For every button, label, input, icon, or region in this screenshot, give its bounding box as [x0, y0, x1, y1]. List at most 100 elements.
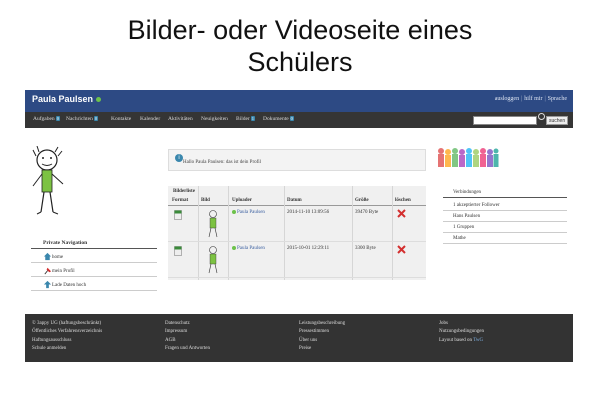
- footer-link[interactable]: Über uns: [299, 337, 345, 345]
- table-title: Bilderliste: [173, 189, 195, 194]
- top-links: ausloggen | hilf mir | Sprache: [494, 96, 567, 102]
- footer-link[interactable]: Datenschutz: [165, 320, 210, 328]
- private-nav-title: Private Navigation: [31, 240, 157, 249]
- delete-icon[interactable]: [397, 245, 406, 254]
- date-cell: 2015-10-01 12:29:11: [287, 246, 330, 251]
- footer-column: Datenschutz Impressum AGB Fragen und Ant…: [165, 320, 210, 353]
- table-row: Paula Paulsen 2015-10-01 12:29:11 3300 B…: [168, 243, 426, 278]
- footer-link[interactable]: Jobs: [439, 320, 484, 328]
- online-status-icon: [96, 97, 102, 103]
- table-header: Format Bild Uploader Datum Größe löschen: [168, 198, 426, 206]
- uploader-link[interactable]: Paula Paulsen: [237, 210, 265, 215]
- search-input[interactable]: [473, 116, 537, 125]
- footer-link[interactable]: Pressestimmen: [299, 328, 345, 336]
- nav-label: Bilder: [236, 116, 250, 122]
- private-nav-home[interactable]: home: [31, 250, 157, 263]
- thumbnail-image[interactable]: [204, 245, 222, 275]
- column-header: Uploader: [232, 198, 252, 203]
- table-row: Paula Paulsen 2014-11-10 13:09:56 39470 …: [168, 207, 426, 242]
- slide-title-line2: Schülers: [247, 47, 353, 77]
- private-nav-label: Lade Daten hoch: [52, 283, 87, 288]
- size-cell: 3300 Byte: [355, 246, 376, 251]
- uploader-link[interactable]: Paula Paulsen: [237, 246, 265, 251]
- column-header: Format: [172, 198, 189, 203]
- nav-item-dokumente[interactable]: Dokumente 0: [263, 116, 294, 122]
- notice-text: Hallo Paula Paulsen: das ist dein Profil: [183, 160, 262, 165]
- footer-column: © 3appy UG (haftungsbeschränkt) Öffentli…: [32, 320, 102, 353]
- upload-icon: [43, 280, 52, 289]
- private-nav-label: mein Profil: [52, 269, 75, 274]
- private-nav-label: home: [52, 255, 64, 260]
- connections-item[interactable]: Hans Paulsen: [443, 212, 567, 222]
- nav-label: Neuigkeiten: [201, 116, 228, 122]
- footer-link[interactable]: Nutzungsbedingungen: [439, 328, 484, 336]
- footer-link[interactable]: Haftungsausschluss: [32, 337, 102, 345]
- online-status-icon: [232, 246, 236, 250]
- uploader-cell[interactable]: Paula Paulsen: [232, 246, 265, 251]
- count-badge: 0: [93, 116, 99, 121]
- main-nav: Aufgaben 0 Nachrichten 0 Kontakte Kalender…: [25, 112, 573, 128]
- avatar: [32, 146, 64, 215]
- nav-label: Aufgaben: [33, 116, 55, 122]
- nav-item-bilder[interactable]: Bilder 1: [236, 116, 255, 122]
- image-file-icon: [174, 246, 182, 256]
- connections-item[interactable]: 1 Gruppen: [443, 223, 567, 233]
- thumbnail-image[interactable]: [204, 209, 222, 239]
- info-icon: i: [175, 154, 183, 162]
- footer-link[interactable]: Schule anmelden: [32, 345, 102, 353]
- slide-title-line1: Bilder- oder Videoseite eines: [127, 15, 473, 45]
- footer-link[interactable]: © 3appy UG (haftungsbeschränkt): [32, 320, 102, 328]
- footer-link[interactable]: Öffentliches Verfahrensverzeichnis: [32, 328, 102, 336]
- column-header: Größe: [355, 198, 369, 203]
- language-link[interactable]: Sprache: [548, 96, 567, 102]
- layout-credit-link[interactable]: TwG: [473, 338, 483, 343]
- column-header: löschen: [395, 198, 411, 203]
- nav-item-kalender[interactable]: Kalender: [140, 116, 160, 122]
- search-icon: [538, 113, 545, 120]
- footer-link[interactable]: Fragen und Antworten: [165, 345, 210, 353]
- footer-column: Leistungsbeschreibung Pressestimmen Über…: [299, 320, 345, 353]
- nav-label: Nachrichten: [66, 116, 93, 122]
- count-badge: 0: [55, 116, 60, 121]
- connections-item[interactable]: 1 akzeptierter Follower: [443, 201, 567, 211]
- footer-column: Jobs Nutzungsbedingungen Layout based on…: [439, 320, 484, 345]
- home-icon: [43, 252, 52, 261]
- footer-link[interactable]: Leistungsbeschreibung: [299, 320, 345, 328]
- private-nav-upload[interactable]: Lade Daten hoch: [31, 278, 157, 291]
- column-header: Datum: [287, 198, 302, 203]
- people-group-image: [438, 148, 499, 167]
- nav-item-aufgaben[interactable]: Aufgaben 0: [33, 116, 60, 122]
- search-button[interactable]: suchen: [546, 116, 569, 125]
- uploader-cell[interactable]: Paula Paulsen: [232, 210, 265, 215]
- app-window: Paula Paulsen ausloggen | hilf mir | Sprache…: [25, 90, 573, 362]
- date-cell: 2014-11-10 13:09:56: [287, 210, 330, 215]
- footer-link[interactable]: AGB: [165, 337, 210, 345]
- pin-icon: [44, 267, 52, 275]
- logout-link[interactable]: ausloggen: [495, 96, 519, 102]
- slide-title: Bilder- oder Videoseite eines Schülers: [0, 14, 600, 78]
- brand-name[interactable]: Paula Paulsen: [32, 94, 93, 104]
- size-cell: 39470 Byte: [355, 210, 379, 215]
- brand[interactable]: Paula Paulsen: [32, 94, 102, 104]
- connections-item[interactable]: Mathe: [443, 234, 567, 244]
- private-nav-profile[interactable]: mein Profil: [31, 264, 157, 277]
- nav-item-aktivitaeten[interactable]: Aktivitäten: [168, 116, 193, 122]
- nav-label: Aktivitäten: [168, 116, 193, 122]
- picture-table: Bilderliste Format Bild Uploader Datum G…: [168, 186, 426, 280]
- count-badge: 1: [250, 116, 255, 121]
- nav-label: Dokumente: [263, 116, 289, 122]
- delete-icon[interactable]: [397, 209, 406, 218]
- nav-label: Kalender: [140, 116, 161, 122]
- count-badge: 0: [289, 116, 294, 121]
- top-bar: Paula Paulsen ausloggen | hilf mir | Sprache: [25, 90, 573, 112]
- help-link[interactable]: hilf mir: [524, 96, 542, 102]
- nav-item-nachrichten[interactable]: Nachrichten 0: [66, 116, 99, 122]
- footer-link[interactable]: Preise: [299, 345, 345, 353]
- footer-link[interactable]: Impressum: [165, 328, 210, 336]
- nav-item-neuigkeiten[interactable]: Neuigkeiten: [201, 116, 228, 122]
- nav-item-kontakte[interactable]: Kontakte: [111, 116, 131, 122]
- nav-label: Kontakte: [111, 116, 132, 122]
- footer-link: Layout based on: [439, 337, 473, 343]
- connections-title: Verbindungen: [443, 190, 567, 198]
- footer-layout-credit: Layout based on TwG: [439, 337, 484, 345]
